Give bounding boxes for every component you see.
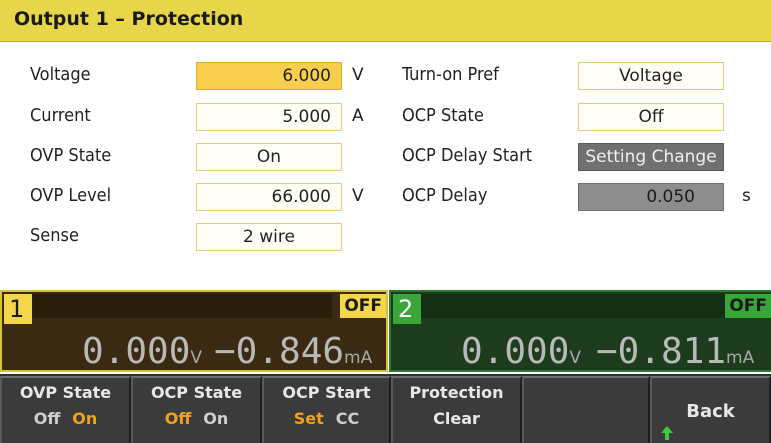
voltage-field[interactable]: 6.000 — [196, 62, 342, 90]
ovp-state-label: OVP State — [30, 145, 112, 166]
channel-1-panel: 1 OFF 0.000V −0.846mA — [0, 290, 388, 372]
channel-2-voltage: 0.000 — [461, 331, 570, 372]
channel-2-number: 2 — [393, 294, 421, 324]
settings-panel: Voltage 6.000 V Current 5.000 A OVP Stat… — [0, 43, 771, 289]
protection-clear-softkey-label: Protection — [409, 383, 504, 402]
channel-2-current: −0.811 — [596, 331, 727, 372]
channel-1-status: OFF — [340, 294, 386, 318]
ocp-start-softkey[interactable]: OCP Start Set CC — [262, 376, 391, 443]
ovp-level-label: OVP Level — [30, 185, 112, 206]
channel-2-current-reading: −0.811mA — [596, 332, 754, 378]
voltage-unit: V — [352, 65, 364, 85]
ocp-state-field[interactable]: Off — [578, 103, 724, 131]
ocp-state-label: OCP State — [402, 105, 484, 126]
ocp-state-option-on: On — [203, 409, 229, 428]
channel-1-voltage-unit: V — [190, 348, 203, 368]
ocp-start-option-set: Set — [293, 409, 324, 428]
back-softkey[interactable]: Back — [650, 376, 771, 443]
ovp-state-option-off: Off — [33, 409, 61, 428]
current-field[interactable]: 5.000 — [196, 103, 342, 131]
current-unit: A — [352, 106, 364, 126]
ovp-state-option-on: On — [72, 409, 98, 428]
page-title: Output 1 – Protection — [14, 8, 244, 30]
ocp-state-softkey-label: OCP State — [150, 383, 243, 402]
ovp-state-field[interactable]: On — [196, 143, 342, 171]
sense-field[interactable]: 2 wire — [196, 223, 342, 251]
ovp-level-field[interactable]: 66.000 — [196, 183, 342, 211]
channel-1-voltage: 0.000 — [82, 331, 191, 372]
channel-1-header-strip — [32, 294, 332, 318]
ocp-state-option-off: Off — [164, 409, 192, 428]
ocp-state-softkey[interactable]: OCP State Off On — [131, 376, 262, 443]
turn-on-pref-field[interactable]: Voltage — [578, 62, 724, 90]
ocp-delay-start-label: OCP Delay Start — [402, 145, 533, 166]
voltage-label: Voltage — [30, 64, 91, 85]
current-label: Current — [30, 105, 91, 126]
softkey-bar: OVP State Off On OCP State Off On OCP Star… — [0, 374, 771, 443]
channel-1-current: −0.846 — [214, 331, 345, 372]
channel-2-header-strip — [421, 294, 731, 318]
channel-2-status: OFF — [725, 294, 771, 318]
back-softkey-label: Back — [686, 401, 735, 422]
channel-1-voltage-reading: 0.000V — [82, 332, 202, 378]
ocp-delay-start-field[interactable]: Setting Change — [578, 143, 724, 171]
channel-2-voltage-unit: V — [569, 348, 582, 368]
ocp-start-option-cc: CC — [335, 409, 360, 428]
protection-clear-softkey-sub: Clear — [433, 409, 480, 428]
channel-1-number: 1 — [4, 294, 32, 324]
channel-2-voltage-reading: 0.000V — [461, 332, 581, 378]
sense-label: Sense — [30, 225, 79, 246]
ocp-delay-field[interactable]: 0.050 — [578, 183, 724, 211]
channel-1-current-reading: −0.846mA — [214, 332, 372, 378]
channel-2-panel: 2 OFF 0.000V −0.811mA — [389, 290, 771, 372]
ovp-state-softkey[interactable]: OVP State Off On — [0, 376, 131, 443]
blank-softkey[interactable] — [522, 376, 650, 443]
ocp-start-softkey-label: OCP Start — [282, 383, 371, 402]
protection-clear-softkey[interactable]: Protection Clear — [391, 376, 522, 443]
channel-2-current-unit: mA — [726, 348, 755, 368]
ocp-delay-label: OCP Delay — [402, 185, 488, 206]
ocp-delay-unit: s — [742, 186, 751, 206]
channel-1-current-unit: mA — [344, 348, 373, 368]
title-bar: Output 1 – Protection — [0, 0, 771, 42]
up-arrow-icon — [661, 426, 673, 440]
ovp-state-softkey-label: OVP State — [19, 383, 112, 402]
turn-on-pref-label: Turn-on Pref — [402, 64, 499, 85]
ovp-level-unit: V — [352, 186, 364, 206]
